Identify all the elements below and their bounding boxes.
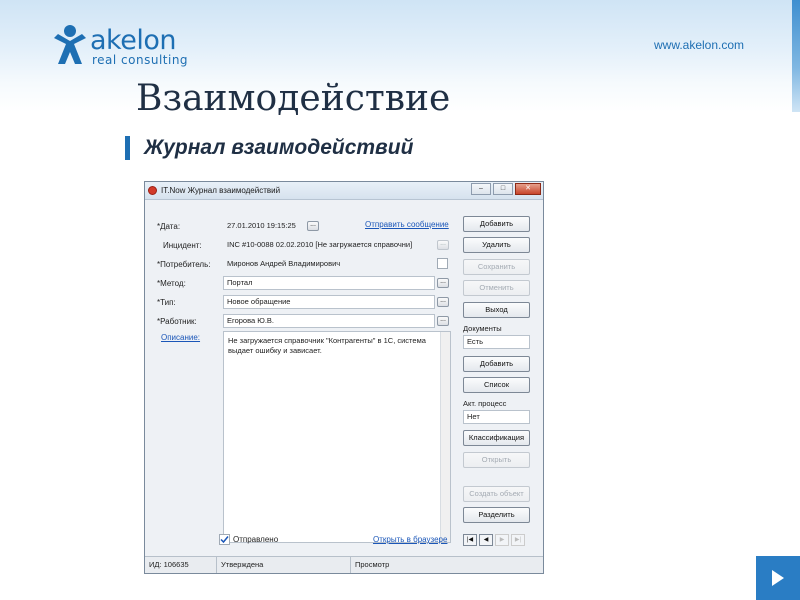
subtitle-accent-bar bbox=[125, 136, 130, 160]
type-field[interactable]: Новое обращение bbox=[223, 295, 435, 309]
worker-field[interactable]: Егорова Ю.В. bbox=[223, 314, 435, 328]
site-url[interactable]: www.akelon.com bbox=[654, 38, 744, 52]
journal-form: *Дата: 27.01.2010 19:15:25 ... Отправить… bbox=[149, 206, 453, 552]
worker-label: *Работник: bbox=[157, 317, 197, 326]
delete-button[interactable]: Удалить bbox=[463, 237, 530, 253]
save-button[interactable]: Сохранить bbox=[463, 259, 530, 275]
exit-button[interactable]: Выход bbox=[463, 302, 530, 318]
sent-checkbox[interactable] bbox=[219, 534, 230, 545]
window-title: IT.Now Журнал взаимодействий bbox=[161, 186, 281, 195]
consumer-field[interactable]: Миронов Андрей Владимирович bbox=[223, 257, 435, 271]
method-picker-button[interactable]: ... bbox=[437, 278, 449, 288]
add-button[interactable]: Добавить bbox=[463, 216, 530, 232]
documents-label: Документы bbox=[463, 324, 502, 333]
app-logo-icon bbox=[148, 186, 157, 195]
description-text: Не загружается справочник "Контрагенты" … bbox=[228, 336, 426, 355]
play-triangle-icon bbox=[772, 570, 784, 586]
incident-label: Инцидент: bbox=[163, 241, 202, 250]
incident-picker-button[interactable]: ... bbox=[437, 240, 449, 250]
incident-field[interactable]: INC #10-0088 02.02.2010 [Не загружается … bbox=[223, 238, 435, 252]
slide-title: Взаимодействие bbox=[136, 78, 451, 119]
last-record-button[interactable]: ▶| bbox=[511, 534, 525, 546]
logo-subtext: real consulting bbox=[92, 53, 189, 67]
split-button[interactable]: Разделить bbox=[463, 507, 530, 523]
logo-text: akelon bbox=[90, 25, 176, 56]
create-object-button[interactable]: Создать объект bbox=[463, 486, 530, 502]
date-field[interactable]: 27.01.2010 19:15:25 bbox=[223, 219, 313, 233]
worker-picker-button[interactable]: ... bbox=[437, 316, 449, 326]
slide-subtitle: Журнал взаимодействий bbox=[144, 136, 414, 159]
open-button[interactable]: Открыть bbox=[463, 452, 530, 468]
type-label: *Тип: bbox=[157, 298, 176, 307]
status-bar: ИД: 106635 Утверждена Просмотр bbox=[145, 556, 543, 573]
prev-record-button[interactable]: ◀ bbox=[479, 534, 493, 546]
cancel-button[interactable]: Отменить bbox=[463, 280, 530, 296]
documents-list-button[interactable]: Список bbox=[463, 377, 530, 393]
banner-edge-accent bbox=[792, 0, 800, 112]
akelon-logo-icon bbox=[54, 25, 86, 64]
consumer-label: *Потребитель: bbox=[157, 260, 211, 269]
active-process-label: Акт. процесс bbox=[463, 399, 507, 408]
next-record-button[interactable]: ▶ bbox=[495, 534, 509, 546]
documents-add-button[interactable]: Добавить bbox=[463, 356, 530, 372]
description-link[interactable]: Описание: bbox=[161, 333, 200, 342]
first-record-button[interactable]: |◀ bbox=[463, 534, 477, 546]
description-scrollbar[interactable] bbox=[440, 332, 450, 542]
classification-button[interactable]: Классификация bbox=[463, 430, 530, 446]
method-label: *Метод: bbox=[157, 279, 186, 288]
method-field[interactable]: Портал bbox=[223, 276, 435, 290]
description-textarea[interactable]: Не загружается справочник "Контрагенты" … bbox=[223, 331, 451, 543]
next-slide-button[interactable] bbox=[756, 556, 800, 600]
open-in-browser-link[interactable]: Открыть в браузере bbox=[373, 535, 447, 544]
date-picker-button[interactable]: ... bbox=[307, 221, 319, 231]
consumer-checkbox[interactable] bbox=[437, 258, 448, 269]
minimize-button[interactable]: – bbox=[471, 183, 491, 195]
status-mode: Просмотр bbox=[355, 560, 390, 569]
sent-checkbox-label: Отправлено bbox=[233, 535, 279, 544]
date-label: *Дата: bbox=[157, 222, 181, 231]
send-message-link[interactable]: Отправить сообщение bbox=[365, 220, 449, 229]
active-process-field: Нет bbox=[463, 410, 530, 424]
status-id: ИД: 106635 bbox=[145, 557, 217, 573]
maximize-button[interactable]: □ bbox=[493, 183, 513, 195]
checkmark-icon bbox=[220, 536, 229, 544]
journal-window: IT.Now Журнал взаимодействий – □ ✕ *Дата… bbox=[144, 181, 544, 574]
type-picker-button[interactable]: ... bbox=[437, 297, 449, 307]
documents-field: Есть bbox=[463, 335, 530, 349]
status-state: Утверждена bbox=[217, 557, 351, 573]
close-button[interactable]: ✕ bbox=[515, 183, 541, 195]
window-titlebar[interactable]: IT.Now Журнал взаимодействий – □ ✕ bbox=[145, 182, 543, 200]
